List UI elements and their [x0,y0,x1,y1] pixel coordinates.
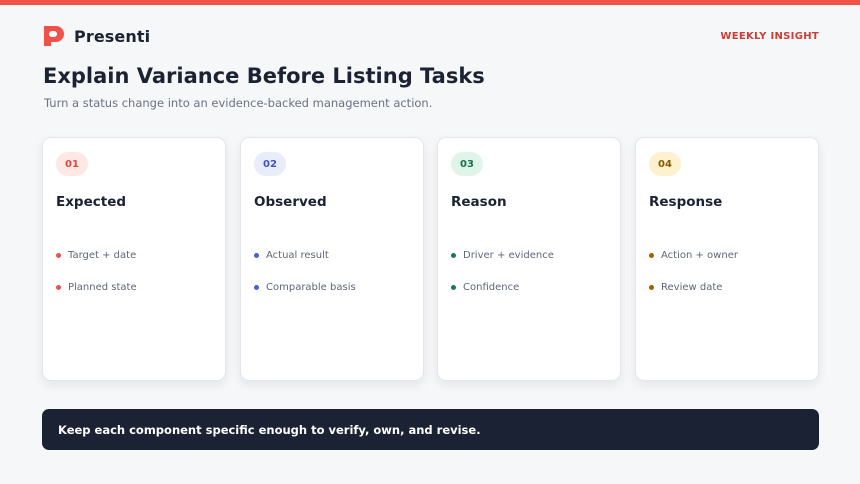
list-item: Action + owner [649,247,738,263]
bullet-list: Driver + evidence Confidence [451,247,554,311]
bullet-dot-icon [56,252,61,258]
takeaway-banner: Keep each component specific enough to v… [42,409,819,450]
bullet-text: Comparable basis [266,281,356,293]
bullet-text: Review date [661,281,723,293]
brand-name: Presenti [74,26,151,46]
step-number-badge: 01 [56,152,88,176]
header: Presenti WEEKLY INSIGHT [41,24,819,52]
step-number-badge: 03 [451,152,483,176]
card-reason: 03 Reason Driver + evidence Confidence [437,137,621,381]
bullet-dot-icon [451,284,456,290]
page-title: Explain Variance Before Listing Tasks [43,64,485,88]
bullet-dot-icon [254,252,259,258]
card-response: 04 Response Action + owner Review date [635,137,819,381]
list-item: Driver + evidence [451,247,554,263]
bullet-dot-icon [56,284,61,290]
bullet-list: Actual result Comparable basis [254,247,356,311]
bullet-dot-icon [451,252,456,258]
banner-text: Keep each component specific enough to v… [58,422,481,437]
bullet-text: Action + owner [661,249,738,261]
card-title: Expected [56,194,127,210]
list-item: Target + date [56,247,137,263]
list-item: Review date [649,279,738,295]
page-subtitle: Turn a status change into an evidence-ba… [44,96,433,110]
component-cards: 01 Expected Target + date Planned state … [42,137,819,381]
section-tag: WEEKLY INSIGHT [720,31,819,42]
card-observed: 02 Observed Actual result Comparable bas… [240,137,424,381]
top-accent-bar [0,0,860,5]
bullet-text: Confidence [463,281,520,293]
list-item: Confidence [451,279,554,295]
list-item: Actual result [254,247,356,263]
card-title: Reason [451,194,507,210]
presenti-logo-icon [44,26,64,46]
card-title: Observed [254,194,327,210]
brand: Presenti [41,24,150,48]
bullet-text: Target + date [68,249,137,261]
card-title: Response [649,194,723,210]
card-expected: 01 Expected Target + date Planned state [42,137,226,381]
slide: Presenti WEEKLY INSIGHT Explain Variance… [0,0,860,484]
bullet-text: Planned state [68,281,137,293]
bullet-list: Action + owner Review date [649,247,738,311]
bullet-text: Driver + evidence [463,249,554,261]
bullet-dot-icon [649,284,654,290]
bullet-dot-icon [254,284,259,290]
bullet-text: Actual result [266,249,329,261]
bullet-dot-icon [649,252,654,258]
step-number-badge: 04 [649,152,681,176]
step-number-badge: 02 [254,152,286,176]
list-item: Planned state [56,279,137,295]
bullet-list: Target + date Planned state [56,247,137,311]
list-item: Comparable basis [254,279,356,295]
